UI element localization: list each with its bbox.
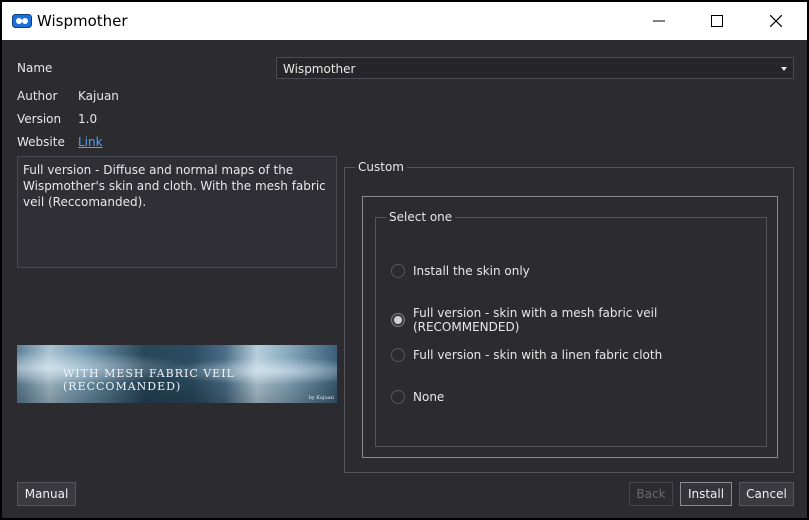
option-full-linen-cloth[interactable]: Full version - skin with a linen fabric … bbox=[391, 348, 662, 362]
options-frame: Select one Install the skin only Full ve… bbox=[362, 196, 778, 458]
website-link[interactable]: Link bbox=[78, 135, 103, 149]
cancel-button[interactable]: Cancel bbox=[739, 482, 794, 506]
select-one-title: Select one bbox=[386, 210, 456, 224]
description-box[interactable]: Full version - Diffuse and normal maps o… bbox=[17, 156, 337, 268]
radio-button[interactable] bbox=[391, 390, 405, 404]
app-icon bbox=[12, 14, 32, 28]
option-none[interactable]: None bbox=[391, 390, 444, 404]
chevron-down-icon bbox=[781, 67, 787, 71]
radio-button[interactable] bbox=[391, 348, 405, 362]
name-dropdown[interactable]: Wispmother bbox=[276, 57, 794, 79]
title-bar[interactable]: Wispmother bbox=[2, 2, 807, 40]
installer-content: Name Wispmother Author Kajuan Version 1.… bbox=[2, 40, 807, 518]
custom-groupbox-title: Custom bbox=[355, 160, 407, 174]
select-one-groupbox: Select one Install the skin only Full ve… bbox=[375, 210, 767, 447]
install-button[interactable]: Install bbox=[680, 482, 732, 506]
option-label: None bbox=[413, 390, 445, 404]
maximize-icon bbox=[711, 15, 723, 27]
preview-image-signature: by Kajuan bbox=[308, 395, 334, 401]
maximize-button[interactable] bbox=[688, 2, 746, 40]
close-icon bbox=[770, 15, 782, 27]
option-label: Install the skin only bbox=[413, 264, 530, 278]
radio-button[interactable] bbox=[391, 264, 405, 278]
custom-groupbox: Custom Select one Install the skin only … bbox=[344, 160, 794, 473]
version-value: 1.0 bbox=[78, 112, 98, 126]
option-label: Full version - skin with a mesh fabric v… bbox=[412, 306, 658, 334]
author-label: Author bbox=[17, 89, 58, 103]
back-button[interactable]: Back bbox=[629, 482, 673, 506]
option-label: Full version - skin with a linen fabric … bbox=[413, 348, 663, 362]
close-button[interactable] bbox=[747, 2, 805, 40]
website-label: Website bbox=[17, 135, 65, 149]
version-label: Version bbox=[17, 112, 62, 126]
preview-image-caption: WITH MESH FABRIC VEIL (RECCOMANDED) bbox=[63, 367, 235, 393]
name-label: Name bbox=[17, 61, 53, 75]
option-full-mesh-veil[interactable]: Full version - skin with a mesh fabric v… bbox=[391, 306, 766, 334]
radio-button-selected[interactable] bbox=[391, 313, 405, 327]
preview-image: WITH MESH FABRIC VEIL (RECCOMANDED) by K… bbox=[17, 345, 337, 403]
manual-button[interactable]: Manual bbox=[17, 482, 76, 506]
window-title: Wispmother bbox=[37, 12, 128, 30]
minimize-button[interactable] bbox=[630, 2, 688, 40]
name-dropdown-value: Wispmother bbox=[283, 62, 356, 76]
minimize-icon bbox=[653, 20, 665, 22]
author-value: Kajuan bbox=[78, 89, 119, 103]
option-skin-only[interactable]: Install the skin only bbox=[391, 264, 530, 278]
installer-window: Wispmother Name Wispmother Author Kajuan… bbox=[0, 0, 809, 520]
